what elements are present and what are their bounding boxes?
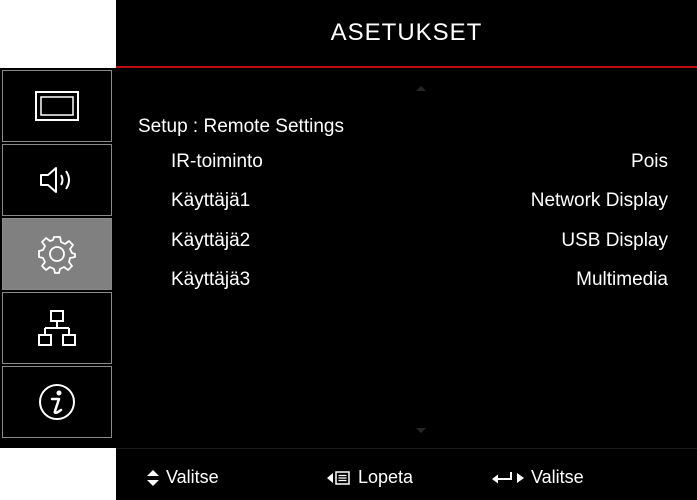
menu-sidebar: [0, 68, 116, 448]
setting-row-user3[interactable]: Käyttäjä3 Multimedia: [171, 267, 668, 293]
tab-info[interactable]: [2, 366, 112, 438]
setting-row-user1[interactable]: Käyttäjä1 Network Display: [171, 188, 668, 214]
setting-label: Käyttäjä3: [171, 269, 251, 290]
tab-setup[interactable]: [2, 218, 112, 290]
speaker-icon: [37, 164, 77, 196]
setting-label: Käyttäjä1: [171, 190, 251, 211]
tab-display[interactable]: [2, 70, 112, 142]
setting-value: Multimedia: [576, 269, 668, 290]
tab-network[interactable]: [2, 292, 112, 364]
footer-hints: Valitse Lopeta Valitse: [116, 448, 697, 500]
setting-value: USB Display: [561, 230, 668, 251]
hint-label: Lopeta: [358, 467, 414, 487]
enter-right-icon: [491, 470, 525, 486]
osd-header: ASETUKSET: [116, 0, 697, 66]
scroll-up-icon: [416, 86, 426, 91]
hint-select-updown: Valitse: [146, 467, 219, 488]
setting-label: Käyttäjä2: [171, 230, 251, 251]
setting-value: Pois: [631, 151, 668, 172]
header-divider: [116, 66, 697, 68]
setting-value: Network Display: [530, 190, 668, 211]
hint-label: Valitse: [531, 467, 584, 487]
left-arrow-menu-icon: [326, 470, 352, 486]
scroll-down-icon: [416, 428, 426, 433]
setting-row-user2[interactable]: Käyttäjä2 USB Display: [171, 228, 668, 254]
hint-select-enter: Valitse: [491, 467, 584, 488]
hint-label: Valitse: [166, 467, 219, 487]
osd-panel: ASETUKSET Setup : Remote Settings IR-toi…: [116, 0, 697, 500]
page-title: ASETUKSET: [330, 19, 483, 46]
breadcrumb: Setup : Remote Settings: [138, 116, 344, 137]
hint-exit: Lopeta: [326, 467, 413, 488]
network-icon: [37, 308, 77, 348]
info-icon: [37, 382, 77, 422]
up-down-arrows-icon: [146, 469, 160, 487]
setting-label: IR-toiminto: [171, 151, 263, 172]
setting-row-ir[interactable]: IR-toiminto Pois: [171, 149, 668, 175]
gear-icon: [37, 234, 77, 274]
display-icon: [34, 90, 80, 122]
tab-audio[interactable]: [2, 144, 112, 216]
